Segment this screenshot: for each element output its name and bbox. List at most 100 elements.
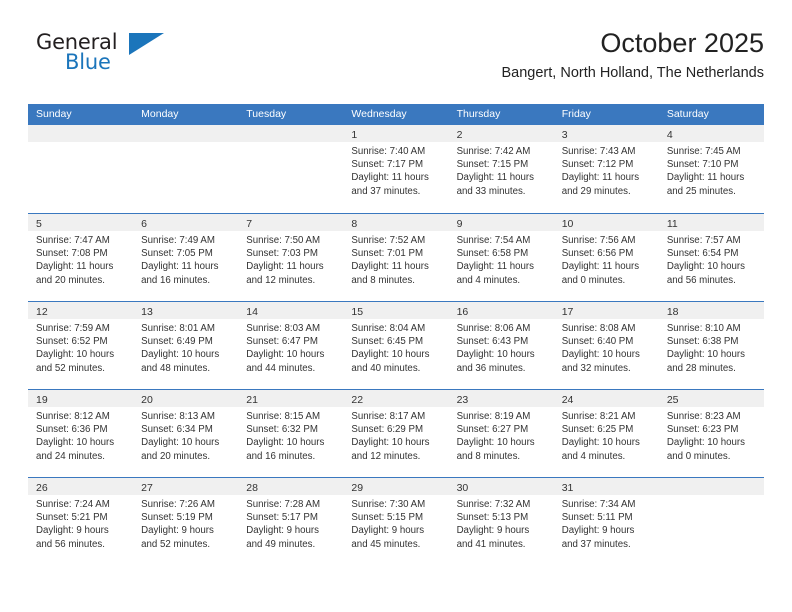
- brand-logo[interactable]: General Blue: [36, 32, 166, 84]
- day-number-band: 30: [448, 478, 554, 495]
- calendar-week-row: 5 Sunrise: 7:47 AM Sunset: 7:08 PM Daylight…: [28, 213, 764, 301]
- day-number-band: 18: [658, 302, 764, 319]
- day-number: 9: [456, 218, 463, 230]
- weekday-header-saturday: Saturday: [666, 108, 709, 120]
- day-cell[interactable]: 23 Sunrise: 8:19 AM Sunset: 6:27 PM Dayligh…: [448, 390, 554, 477]
- day-cell[interactable]: 28 Sunrise: 7:28 AM Sunset: 5:17 PM Dayligh…: [238, 478, 344, 566]
- day-cell[interactable]: 21 Sunrise: 8:15 AM Sunset: 6:32 PM Dayligh…: [238, 390, 344, 477]
- day-number-band: 13: [133, 302, 239, 319]
- day-cell[interactable]: 13 Sunrise: 8:01 AM Sunset: 6:49 PM Dayligh…: [133, 302, 239, 389]
- day-cell[interactable]: 20 Sunrise: 8:13 AM Sunset: 6:34 PM Dayligh…: [133, 390, 239, 477]
- day-detail-line: and 49 minutes.: [246, 538, 316, 550]
- weekday-header-wednesday: Wednesday: [351, 108, 407, 120]
- day-cell[interactable]: 29 Sunrise: 7:30 AM Sunset: 5:15 PM Dayligh…: [343, 478, 449, 566]
- day-detail-line: and 52 minutes.: [141, 538, 211, 550]
- day-number: 4: [666, 129, 673, 141]
- day-cell[interactable]: 17 Sunrise: 8:08 AM Sunset: 6:40 PM Dayligh…: [553, 302, 659, 389]
- day-number-band: 10: [553, 214, 659, 231]
- day-detail-line: and 24 minutes.: [36, 450, 105, 462]
- day-detail-line: Sunrise: 7:49 AM: [141, 235, 215, 246]
- day-detail-line: and 48 minutes.: [141, 362, 211, 374]
- day-detail-line: Sunset: 7:10 PM: [666, 159, 739, 171]
- day-detail-line: Sunset: 6:38 PM: [666, 336, 739, 348]
- day-cell[interactable]: 9 Sunrise: 7:54 AM Sunset: 6:58 PM Daylight…: [448, 214, 554, 301]
- day-detail-line: and 40 minutes.: [351, 362, 421, 374]
- weekday-header-sunday: Sunday: [36, 108, 72, 120]
- day-detail-line: Sunrise: 8:03 AM: [246, 323, 321, 334]
- day-detail-line: and 56 minutes.: [666, 274, 736, 286]
- page-title: October 2025: [600, 28, 764, 58]
- day-details: Sunrise: 7:56 AM Sunset: 6:56 PM Daylight:…: [554, 231, 659, 287]
- day-number-band: 23: [448, 390, 554, 407]
- day-detail-line: Daylight: 10 hours: [246, 437, 325, 449]
- day-number-band: 17: [553, 302, 659, 319]
- day-details: Sunrise: 7:54 AM Sunset: 6:58 PM Daylight:…: [449, 231, 554, 287]
- day-number-band: 3: [553, 125, 659, 142]
- day-detail-line: and 37 minutes.: [351, 185, 421, 197]
- day-number-band: 27: [133, 478, 239, 495]
- day-detail-line: Sunrise: 8:21 AM: [561, 411, 636, 422]
- day-details: Sunrise: 8:10 AM Sunset: 6:38 PM Daylight:…: [659, 319, 764, 375]
- day-detail-line: Daylight: 11 hours: [561, 172, 640, 184]
- day-cell[interactable]: 1 Sunrise: 7:40 AM Sunset: 7:17 PM Daylight…: [343, 125, 449, 213]
- day-cell[interactable]: 7 Sunrise: 7:50 AM Sunset: 7:03 PM Daylight…: [238, 214, 344, 301]
- day-detail-line: and 25 minutes.: [666, 185, 736, 197]
- day-detail-line: Daylight: 9 hours: [246, 525, 319, 537]
- day-detail-line: and 12 minutes.: [351, 450, 421, 462]
- day-detail-line: Sunrise: 8:23 AM: [666, 411, 741, 422]
- day-details: Sunrise: 7:42 AM Sunset: 7:15 PM Daylight:…: [449, 142, 554, 198]
- day-number-band: 24: [553, 390, 659, 407]
- day-cell[interactable]: 3 Sunrise: 7:43 AM Sunset: 7:12 PM Daylight…: [553, 125, 659, 213]
- day-details: Sunrise: 7:45 AM Sunset: 7:10 PM Daylight:…: [659, 142, 764, 198]
- day-number-band: 28: [238, 478, 344, 495]
- day-detail-line: Sunset: 7:08 PM: [36, 248, 108, 260]
- day-number: 30: [456, 482, 469, 494]
- day-detail-line: Sunset: 6:47 PM: [246, 336, 318, 348]
- day-number: 11: [666, 218, 678, 230]
- day-detail-line: Sunrise: 7:34 AM: [561, 499, 636, 510]
- day-cell[interactable]: 24 Sunrise: 8:21 AM Sunset: 6:25 PM Dayligh…: [553, 390, 659, 477]
- day-cell[interactable]: 26 Sunrise: 7:24 AM Sunset: 5:21 PM Dayligh…: [28, 478, 134, 566]
- day-details: Sunrise: 7:43 AM Sunset: 7:12 PM Daylight:…: [554, 142, 659, 198]
- day-cell[interactable]: 12 Sunrise: 7:59 AM Sunset: 6:52 PM Dayligh…: [28, 302, 134, 389]
- day-cell[interactable]: 31 Sunrise: 7:34 AM Sunset: 5:11 PM Dayligh…: [553, 478, 659, 566]
- day-detail-line: and 41 minutes.: [456, 538, 526, 550]
- day-number-band: [28, 125, 134, 142]
- day-cell[interactable]: 2 Sunrise: 7:42 AM Sunset: 7:15 PM Daylight…: [448, 125, 554, 213]
- weekday-header-monday: Monday: [141, 108, 179, 120]
- day-number-band: 8: [343, 214, 449, 231]
- day-cell[interactable]: 4 Sunrise: 7:45 AM Sunset: 7:10 PM Daylight…: [658, 125, 764, 213]
- day-number: 10: [561, 218, 574, 230]
- day-cell[interactable]: 8 Sunrise: 7:52 AM Sunset: 7:01 PM Daylight…: [343, 214, 449, 301]
- calendar-weeks: 1 Sunrise: 7:40 AM Sunset: 7:17 PM Daylight…: [28, 125, 764, 567]
- day-cell[interactable]: 16 Sunrise: 8:06 AM Sunset: 6:43 PM Dayligh…: [448, 302, 554, 389]
- day-cell[interactable]: 15 Sunrise: 8:04 AM Sunset: 6:45 PM Dayligh…: [343, 302, 449, 389]
- day-details: Sunrise: 8:21 AM Sunset: 6:25 PM Daylight:…: [554, 407, 659, 463]
- day-number-band: 19: [28, 390, 134, 407]
- day-details: Sunrise: 7:40 AM Sunset: 7:17 PM Daylight:…: [343, 142, 448, 198]
- day-cell[interactable]: 14 Sunrise: 8:03 AM Sunset: 6:47 PM Dayligh…: [238, 302, 344, 389]
- brand-triangle-icon: [129, 33, 164, 55]
- day-detail-line: Daylight: 11 hours: [456, 261, 534, 273]
- day-cell[interactable]: 30 Sunrise: 7:32 AM Sunset: 5:13 PM Dayligh…: [448, 478, 554, 566]
- day-cell[interactable]: 6 Sunrise: 7:49 AM Sunset: 7:05 PM Daylight…: [133, 214, 239, 301]
- day-number-band: 16: [448, 302, 554, 319]
- weekday-header-row: Sunday Monday Tuesday Wednesday Thursday Frid…: [28, 104, 764, 125]
- day-cell[interactable]: 10 Sunrise: 7:56 AM Sunset: 6:56 PM Dayligh…: [553, 214, 659, 301]
- day-detail-line: Sunset: 7:15 PM: [456, 159, 529, 171]
- day-cell[interactable]: 5 Sunrise: 7:47 AM Sunset: 7:08 PM Daylight…: [28, 214, 134, 301]
- day-cell[interactable]: 27 Sunrise: 7:26 AM Sunset: 5:19 PM Dayligh…: [133, 478, 239, 566]
- day-cell[interactable]: 18 Sunrise: 8:10 AM Sunset: 6:38 PM Dayligh…: [658, 302, 764, 389]
- day-detail-line: Sunset: 6:36 PM: [36, 424, 108, 436]
- day-detail-line: Sunset: 5:21 PM: [36, 512, 108, 524]
- day-detail-line: Daylight: 9 hours: [36, 525, 109, 537]
- day-details: Sunrise: 8:17 AM Sunset: 6:29 PM Daylight:…: [343, 407, 448, 463]
- day-cell[interactable]: 25 Sunrise: 8:23 AM Sunset: 6:23 PM Dayligh…: [658, 390, 764, 477]
- day-cell-empty: [238, 125, 344, 213]
- day-cell[interactable]: 11 Sunrise: 7:57 AM Sunset: 6:54 PM Dayligh…: [658, 214, 764, 301]
- day-cell[interactable]: 19 Sunrise: 8:12 AM Sunset: 6:36 PM Dayligh…: [28, 390, 134, 477]
- day-number: 13: [141, 306, 153, 318]
- day-detail-line: Sunset: 6:52 PM: [36, 336, 108, 348]
- day-detail-line: Sunset: 6:49 PM: [141, 336, 213, 348]
- day-cell[interactable]: 22 Sunrise: 8:17 AM Sunset: 6:29 PM Dayligh…: [343, 390, 449, 477]
